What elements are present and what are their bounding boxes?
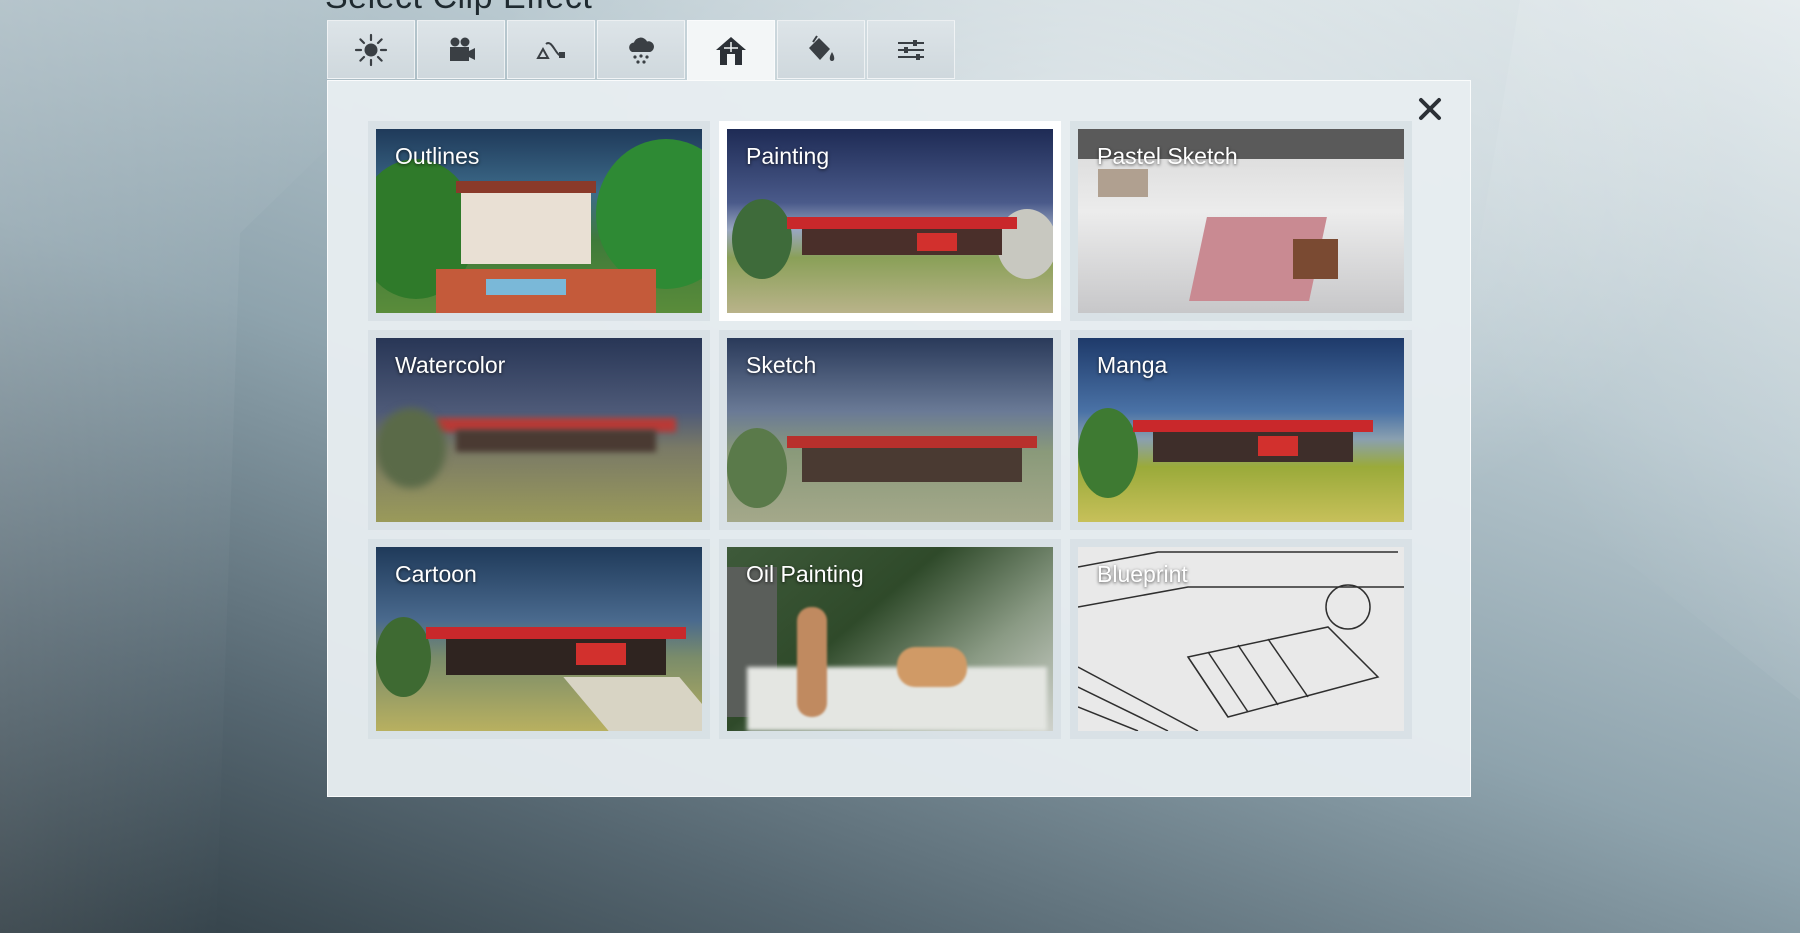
tab-settings[interactable] [867,20,955,79]
effect-card-manga[interactable]: Manga [1078,338,1404,522]
path-shape-icon [536,41,565,59]
effect-card-painting[interactable]: Painting [727,129,1053,313]
cloud-rain-icon [629,37,654,64]
effect-label: Cartoon [395,561,477,587]
tab-sun[interactable] [327,20,415,79]
effect-label: Watercolor [395,352,506,378]
effect-card-cartoon[interactable]: Cartoon [376,547,702,731]
effect-label: Pastel Sketch [1097,143,1238,169]
effect-label: Manga [1097,352,1168,378]
effect-card-sketch[interactable]: Sketch [727,338,1053,522]
house-icon [716,37,746,65]
close-icon [1419,98,1441,120]
close-button[interactable] [1412,91,1448,127]
effect-label: Painting [746,143,830,169]
sun-icon [354,33,388,66]
background-facet [1450,0,1800,700]
effects-panel: Outlines Painting Pastel Sketch Watercol… [327,80,1471,797]
tab-weather[interactable] [597,20,685,79]
effect-card-watercolor[interactable]: Watercolor [376,338,702,522]
dialog-title: Select Clip Effect [325,0,592,17]
effect-card-pastel-sketch[interactable]: Pastel Sketch [1078,129,1404,313]
video-camera-icon [450,37,475,61]
effect-card-oil-painting[interactable]: Oil Painting [727,547,1053,731]
effect-label: Blueprint [1097,561,1188,587]
effect-label: Outlines [395,143,480,169]
effects-grid: Outlines Painting Pastel Sketch Watercol… [376,129,1404,731]
effect-label: Oil Painting [746,561,864,587]
tab-paint[interactable] [777,20,865,79]
sliders-icon [898,39,924,60]
effect-category-tabs [327,20,955,81]
tab-camera[interactable] [417,20,505,79]
tab-home[interactable] [687,20,775,81]
effect-card-outlines[interactable]: Outlines [376,129,702,313]
effect-label: Sketch [746,352,817,378]
paint-bucket-icon [809,34,835,61]
effect-card-blueprint[interactable]: Blueprint [1078,547,1404,731]
tab-path[interactable] [507,20,595,79]
